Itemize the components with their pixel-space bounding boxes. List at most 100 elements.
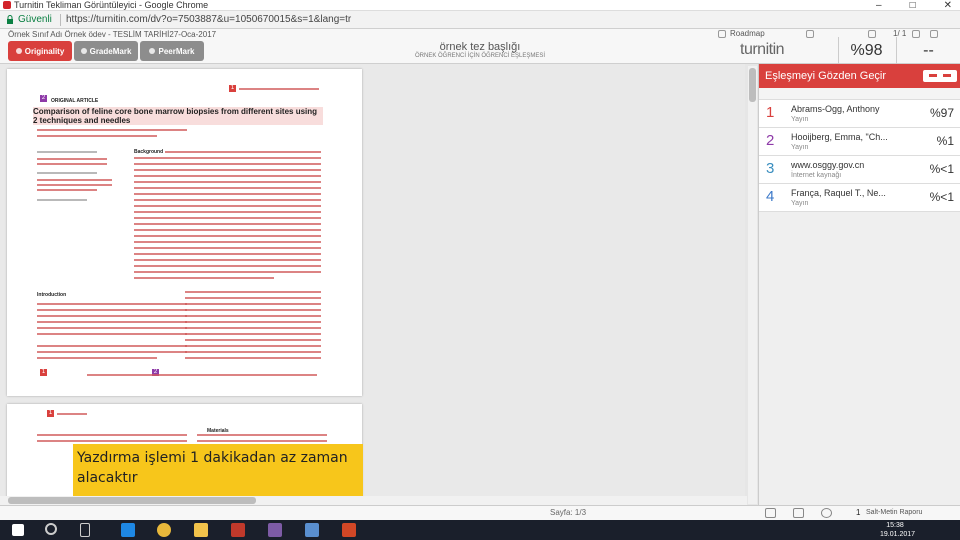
info-icon[interactable] — [806, 30, 814, 38]
highlight-line — [37, 327, 187, 329]
roadmap-button[interactable]: Roadmap — [730, 29, 765, 38]
highlight-line — [185, 309, 321, 311]
match-row[interactable]: 4 França, Raquel T., Ne... Yayın %<1 — [759, 184, 960, 212]
highlight-line — [87, 374, 317, 376]
app-icon[interactable] — [268, 523, 282, 537]
windows-start-icon[interactable] — [12, 524, 24, 536]
roadmap-icon[interactable] — [718, 30, 726, 38]
document-page-1: 1 2 ORIGINAL ARTICLE Comparison of felin… — [7, 69, 362, 396]
address-bar[interactable]: Güvenli https://turnitin.com/dv?o=750388… — [0, 11, 960, 29]
clock-time: 15:38 — [886, 522, 904, 529]
text-line — [37, 199, 87, 201]
match-row[interactable]: 1 Abrams-Ogg, Anthony Yayın %97 — [759, 100, 960, 128]
similarity-score[interactable]: %98 — [838, 37, 894, 64]
document-viewer[interactable]: 1 2 ORIGINAL ARTICLE Comparison of felin… — [0, 64, 745, 505]
panel-view-toggle[interactable] — [923, 70, 957, 82]
highlight-line — [134, 223, 321, 225]
match-type: Yayın — [791, 200, 809, 207]
search-icon[interactable] — [45, 523, 57, 535]
turnitin-favicon-icon — [3, 1, 11, 9]
viewer-bottom-bar: Sayfa: 1/3 1 Salt-Metin Raporu — [0, 505, 960, 520]
highlight-line — [134, 265, 321, 267]
highlight-line — [185, 351, 321, 353]
match-flag-1[interactable]: 1 — [47, 410, 54, 417]
highlight-line — [134, 187, 321, 189]
text-line — [37, 172, 97, 174]
expanded-view-icon[interactable] — [943, 74, 951, 77]
highlight-line — [37, 345, 187, 347]
highlight-line — [197, 434, 327, 436]
maximize-icon[interactable]: □ — [910, 0, 916, 11]
highlight-line — [37, 321, 187, 323]
article-label: ORIGINAL ARTICLE — [51, 98, 99, 104]
highlight-line — [134, 193, 321, 195]
turnitin-logo: turnitin — [740, 41, 785, 58]
highlight-line — [37, 189, 97, 191]
virtualbox-icon[interactable] — [305, 523, 319, 537]
match-number: 1 — [766, 104, 775, 121]
highlight-line — [239, 88, 319, 90]
layers-icon[interactable] — [765, 508, 776, 518]
match-row[interactable]: 2 Hooijberg, Emma, "Ch... Yayın %1 — [759, 128, 960, 156]
chrome-icon[interactable] — [157, 523, 171, 537]
clock-date: 19.01.2017 — [880, 531, 916, 538]
highlight-line — [37, 163, 107, 165]
highlight-line — [165, 151, 321, 153]
match-number: 3 — [766, 160, 775, 177]
highlight-line — [134, 205, 321, 207]
match-flag-2[interactable]: 2 — [40, 95, 47, 102]
highlight-line — [185, 339, 321, 341]
exclude-icon[interactable] — [821, 508, 832, 518]
match-source: Abrams-Ogg, Anthony — [791, 104, 880, 114]
filezilla-icon[interactable] — [231, 523, 245, 537]
highlight-line — [197, 440, 327, 442]
article-title: Comparison of feline core bone marrow bi… — [33, 107, 323, 125]
address-separator — [60, 14, 61, 26]
highlight-line — [185, 297, 321, 299]
text-only-report-button[interactable]: Salt-Metin Raporu — [866, 507, 922, 519]
list-view-icon[interactable] — [929, 74, 937, 77]
highlight-line — [134, 175, 321, 177]
panel-title: Eşleşmeyi Gözden Geçir — [765, 70, 887, 82]
highlight-line — [185, 345, 321, 347]
highlight-line — [134, 247, 321, 249]
minimize-icon[interactable]: – — [876, 0, 882, 11]
lock-icon — [7, 15, 13, 24]
task-view-icon[interactable] — [80, 523, 90, 537]
horizontal-scrollbar[interactable] — [0, 496, 747, 505]
vertical-scrollbar[interactable] — [748, 66, 757, 504]
secure-label: Güvenli — [18, 14, 52, 25]
highlight-line — [185, 327, 321, 329]
filter-icon[interactable] — [793, 508, 804, 518]
match-flag-1[interactable]: 1 — [40, 369, 47, 376]
match-type: Yayın — [791, 144, 809, 151]
turnitin-header: Örnek Sınıf Adı Örnek ödev - TESLİM TARİ… — [0, 29, 960, 64]
match-source: Hooijberg, Emma, "Ch... — [791, 132, 888, 142]
highlight-line — [37, 129, 187, 131]
match-flag-1[interactable]: 1 — [229, 85, 236, 92]
match-percent: %97 — [929, 106, 954, 120]
highlight-line — [185, 357, 321, 359]
match-number: 4 — [766, 188, 775, 205]
match-number: 2 — [766, 132, 775, 149]
highlight-line — [37, 357, 157, 359]
scroll-thumb[interactable] — [8, 497, 256, 504]
powerpoint-icon[interactable] — [342, 523, 356, 537]
close-icon[interactable]: ✕ — [944, 0, 952, 11]
url-text[interactable]: https://turnitin.com/dv?o=7503887&u=1050… — [66, 13, 351, 27]
scroll-thumb[interactable] — [749, 68, 756, 102]
highlight-line — [185, 303, 321, 305]
folder-icon[interactable] — [194, 523, 208, 537]
document-title: örnek tez başlığı — [439, 41, 521, 53]
class-assignment-meta: Örnek Sınıf Adı Örnek ödev - TESLİM TARİ… — [8, 30, 217, 39]
grade-value[interactable]: -- — [896, 37, 960, 64]
match-percent: %1 — [936, 134, 954, 148]
match-overview-panel: Eşleşmeyi Gözden Geçir 1 Abrams-Ogg, Ant… — [758, 64, 960, 505]
text-line — [37, 151, 97, 153]
highlight-line — [134, 169, 321, 171]
highlight-line — [134, 157, 321, 159]
match-row[interactable]: 3 www.osggy.gov.cn İnternet kaynağı %<1 — [759, 156, 960, 184]
highlight-line — [37, 135, 157, 137]
highlight-line — [37, 440, 187, 442]
edge-icon[interactable] — [121, 523, 135, 537]
